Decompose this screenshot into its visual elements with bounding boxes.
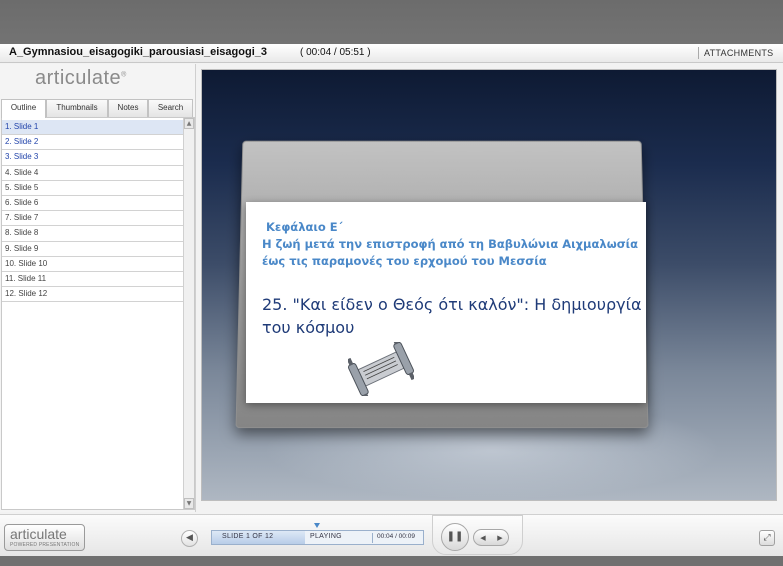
slide-list-item[interactable]: 8. Slide 8: [2, 226, 184, 242]
chapter-heading: Κεφάλαιο Ε΄: [266, 220, 343, 234]
slide-stage: Κεφάλαιο Ε΄ Η ζωή μετά την επιστροφή από…: [201, 69, 777, 501]
outline-scrollbar[interactable]: ▲ ▼: [183, 118, 194, 509]
outline-panel: 1. Slide 1 2. Slide 2 3. Slide 3 4. Slid…: [1, 117, 195, 510]
slide-list-item[interactable]: 12. Slide 12: [2, 287, 184, 303]
fullscreen-icon[interactable]: ⤢: [759, 530, 775, 546]
slide-list-item[interactable]: 1. Slide 1: [2, 120, 184, 136]
slide-list-item[interactable]: 10. Slide 10: [2, 257, 184, 272]
transport-controls: ❚❚ ◀ ▶: [432, 515, 523, 555]
total-time: ( 00:04 / 05:51 ): [300, 47, 371, 58]
divider: [372, 533, 373, 543]
playback-status: PLAYING: [310, 533, 342, 540]
sidebar-tabs: Outline Thumbnails Notes Search: [0, 99, 196, 118]
divider: [698, 47, 699, 59]
slide-time: 00:04 / 00:09: [377, 533, 415, 540]
chapter-subtitle: Η ζωή μετά την επιστροφή από τη Βαβυλώνι…: [262, 237, 639, 268]
slide-list-item[interactable]: 4. Slide 4: [2, 166, 184, 181]
tab-outline[interactable]: Outline: [1, 99, 46, 118]
slide-list-item[interactable]: 6. Slide 6: [2, 196, 184, 212]
badge-logo-text: articulate: [10, 526, 67, 542]
presentation-title: A_Gymnasiou_eisagogiki_parousiasi_eisago…: [9, 46, 267, 58]
pause-button[interactable]: ❚❚: [441, 523, 469, 551]
tab-thumbnails[interactable]: Thumbnails: [46, 99, 108, 117]
slide-list-item[interactable]: 2. Slide 2: [2, 135, 184, 151]
sidebar: articulate® Outline Thumbnails Notes Sea…: [0, 64, 196, 512]
slide-list: 1. Slide 1 2. Slide 2 3. Slide 3 4. Slid…: [2, 120, 184, 303]
next-slide-button[interactable]: ▶: [492, 531, 508, 545]
seek-bar[interactable]: SLIDE 1 OF 12 PLAYING 00:04 / 00:09: [211, 530, 424, 545]
articulate-logo: articulate®: [35, 67, 127, 89]
previous-slide-button[interactable]: ◀: [475, 531, 491, 545]
torah-scroll-icon: [348, 342, 414, 396]
playhead-marker-icon[interactable]: [314, 523, 320, 528]
title-bar: A_Gymnasiou_eisagogiki_parousiasi_eisago…: [0, 44, 783, 63]
articulate-badge[interactable]: articulate POWERED PRESENTATION: [4, 524, 85, 551]
slide-list-item[interactable]: 3. Slide 3: [2, 150, 184, 166]
bottom-band: [0, 556, 783, 566]
top-band: [0, 0, 783, 44]
player-window: A_Gymnasiou_eisagogiki_parousiasi_eisago…: [0, 44, 783, 556]
badge-subtitle: POWERED PRESENTATION: [10, 542, 80, 548]
scroll-up-arrow-icon[interactable]: ▲: [184, 118, 194, 129]
tab-search[interactable]: Search: [148, 99, 193, 117]
control-bar: articulate POWERED PRESENTATION ◀ SLIDE …: [0, 514, 783, 556]
slide-navigation: ◀ ▶: [473, 529, 509, 546]
volume-icon[interactable]: ◀: [181, 530, 198, 547]
slide-list-item[interactable]: 9. Slide 9: [2, 242, 184, 257]
scroll-down-arrow-icon[interactable]: ▼: [184, 498, 194, 509]
tab-notes[interactable]: Notes: [108, 99, 148, 117]
slide-list-item[interactable]: 11. Slide 11: [2, 272, 184, 288]
slide-counter: SLIDE 1 OF 12: [222, 533, 274, 540]
lesson-title: 25. "Και είδεν ο Θεός ότι καλόν": Η δημι…: [262, 295, 642, 337]
slide-list-item[interactable]: 5. Slide 5: [2, 181, 184, 196]
attachments-button[interactable]: ATTACHMENTS: [704, 48, 773, 58]
slide-list-item[interactable]: 7. Slide 7: [2, 211, 184, 227]
slide-content-card: Κεφάλαιο Ε΄ Η ζωή μετά την επιστροφή από…: [246, 202, 646, 403]
